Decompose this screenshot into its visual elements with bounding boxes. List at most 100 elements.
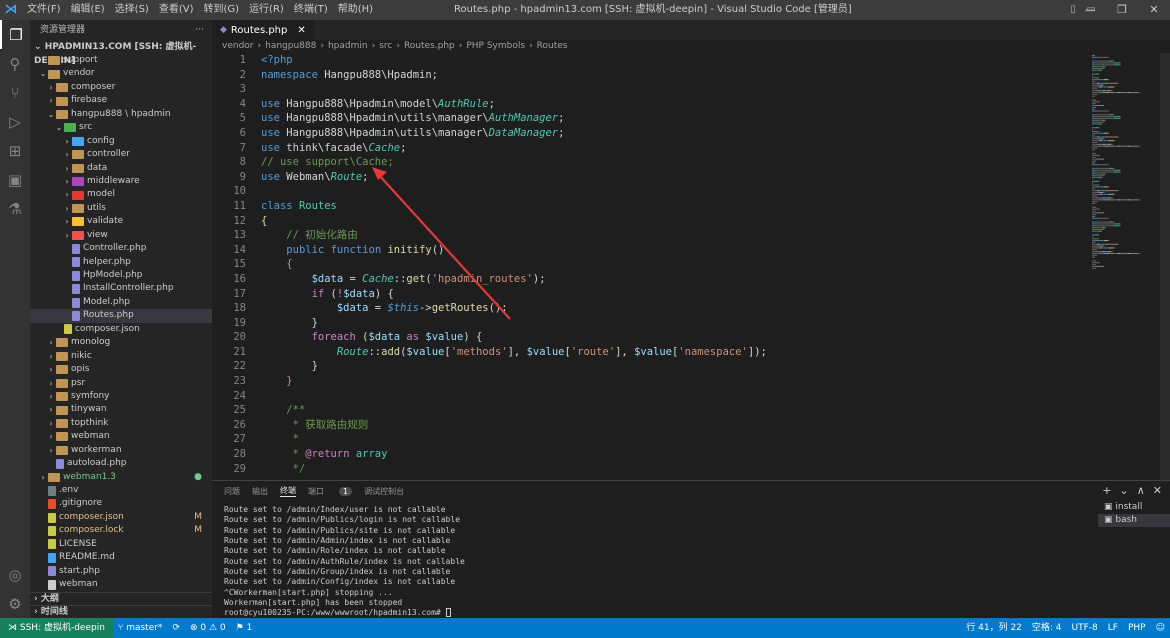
close-window-icon[interactable]: ✕: [1138, 0, 1170, 20]
code-line[interactable]: 7 use think\facade\Cache;: [212, 141, 1092, 156]
breadcrumb-item[interactable]: PHP Symbols: [466, 40, 525, 53]
code-line[interactable]: 15 {: [212, 257, 1092, 272]
sync-icon[interactable]: ⟳: [167, 618, 185, 638]
tree-folder[interactable]: › psr: [30, 377, 212, 390]
code-line[interactable]: 23 }: [212, 374, 1092, 389]
tree-folder[interactable]: › middleware: [30, 175, 212, 188]
code-line[interactable]: 25 /**: [212, 403, 1092, 418]
problems-indicator[interactable]: ⊗ 0 ⚠ 0: [185, 618, 231, 638]
ports-indicator[interactable]: ⚑ 1: [231, 618, 258, 638]
minimize-icon[interactable]: —: [1074, 0, 1106, 20]
testing-icon[interactable]: ⚗: [0, 194, 30, 223]
code-line[interactable]: 1 <?php: [212, 53, 1092, 68]
timeline-section[interactable]: › 时间线: [30, 605, 212, 618]
terminal-output[interactable]: Route set to /admin/Index/user is not ca…: [224, 505, 1094, 619]
menu-item[interactable]: 文件(F): [22, 0, 66, 20]
tree-file[interactable]: composer.lock M: [30, 524, 212, 537]
code-line[interactable]: 28 * @return array: [212, 447, 1092, 462]
code-line[interactable]: 10: [212, 184, 1092, 199]
tree-folder[interactable]: › webman: [30, 430, 212, 443]
tree-folder[interactable]: › utils: [30, 202, 212, 215]
tree-file[interactable]: LICENSE: [30, 538, 212, 551]
tree-folder[interactable]: › view: [30, 229, 212, 242]
remote-explorer-icon[interactable]: ▣: [0, 165, 30, 194]
code-line[interactable]: 5 use Hangpu888\Hpadmin\utils\manager\Aut…: [212, 111, 1092, 126]
tree-file[interactable]: autoload.php: [30, 457, 212, 470]
minimap[interactable]: [1090, 53, 1160, 273]
tree-folder[interactable]: › data: [30, 162, 212, 175]
tree-file[interactable]: InstallController.php: [30, 282, 212, 295]
tree-file[interactable]: HpModel.php: [30, 269, 212, 282]
code-line[interactable]: 12 {: [212, 214, 1092, 229]
code-line[interactable]: 24: [212, 389, 1092, 404]
close-panel-icon[interactable]: ✕: [1153, 484, 1162, 497]
panel-tab[interactable]: 端口: [308, 486, 324, 497]
code-line[interactable]: 26 * 获取路由规则: [212, 418, 1092, 433]
code-line[interactable]: 2 namespace Hangpu888\Hpadmin;: [212, 68, 1092, 83]
tree-file[interactable]: helper.php: [30, 256, 212, 269]
tree-folder[interactable]: › tinywan: [30, 403, 212, 416]
tree-folder[interactable]: › config: [30, 135, 212, 148]
explorer-icon[interactable]: ❐: [0, 20, 30, 49]
tree-folder[interactable]: ⌄ vendor: [30, 67, 212, 80]
tree-file[interactable]: composer.json M: [30, 511, 212, 524]
code-line[interactable]: 4 use Hangpu888\Hpadmin\model\AuthRule;: [212, 97, 1092, 112]
close-icon[interactable]: ✕: [297, 25, 305, 36]
remote-indicator[interactable]: ⋊ SSH: 虚拟机-deepin: [0, 618, 113, 638]
tree-file[interactable]: Controller.php: [30, 242, 212, 255]
tree-folder[interactable]: › firebase: [30, 94, 212, 107]
tree-folder[interactable]: › nikic: [30, 350, 212, 363]
tree-folder[interactable]: › workerman: [30, 444, 212, 457]
menu-item[interactable]: 查看(V): [154, 0, 199, 20]
code-line[interactable]: 8 // use support\Cache;: [212, 155, 1092, 170]
code-line[interactable]: 13 // 初始化路由: [212, 228, 1092, 243]
tree-file[interactable]: .env: [30, 484, 212, 497]
terminal-list-item[interactable]: ▣ bash: [1098, 514, 1170, 527]
editor-scrollbar[interactable]: [1160, 53, 1170, 480]
language-mode[interactable]: PHP: [1123, 618, 1151, 638]
tree-folder[interactable]: › topthink: [30, 417, 212, 430]
code-line[interactable]: 3: [212, 82, 1092, 97]
code-line[interactable]: 14 public function initify(): [212, 243, 1092, 258]
maximize-panel-icon[interactable]: ∧: [1137, 484, 1145, 497]
search-icon[interactable]: ⚲: [0, 49, 30, 78]
code-line[interactable]: 18 $data = $this->getRoutes();: [212, 301, 1092, 316]
indentation[interactable]: 空格: 4: [1027, 618, 1067, 638]
new-terminal-icon[interactable]: +: [1102, 484, 1111, 497]
code-line[interactable]: 19 }: [212, 316, 1092, 331]
panel-tab[interactable]: 输出: [252, 486, 268, 497]
tree-folder[interactable]: ⌄ hangpu888 \ hpadmin: [30, 108, 212, 121]
encoding[interactable]: UTF-8: [1067, 618, 1103, 638]
tree-folder[interactable]: › support: [30, 54, 212, 67]
extensions-icon[interactable]: ⊞: [0, 136, 30, 165]
breadcrumb-item[interactable]: src: [379, 40, 392, 53]
code-line[interactable]: 27 *: [212, 432, 1092, 447]
breadcrumb-item[interactable]: Routes: [537, 40, 568, 53]
tree-folder[interactable]: › opis: [30, 363, 212, 376]
tree-folder[interactable]: ⌄ src: [30, 121, 212, 134]
workspace-root[interactable]: ⌄ HPADMIN13.COM [SSH: 虚拟机-DEEPIN]: [30, 40, 212, 66]
git-branch[interactable]: ⑂ master*: [113, 618, 168, 638]
menu-item[interactable]: 转到(G): [199, 0, 245, 20]
tree-file[interactable]: .gitignore: [30, 497, 212, 510]
code-line[interactable]: 6 use Hangpu888\Hpadmin\utils\manager\Dat…: [212, 126, 1092, 141]
tab-routes-php[interactable]: ◆ Routes.php ✕: [212, 20, 314, 40]
panel-tab[interactable]: 问题: [224, 486, 240, 497]
run-debug-icon[interactable]: ▷: [0, 107, 30, 136]
code-line[interactable]: 17 if (!$data) {: [212, 287, 1092, 302]
tree-file[interactable]: README.md: [30, 551, 212, 564]
code-line[interactable]: 11 class Routes: [212, 199, 1092, 214]
terminal-list-item[interactable]: ▣ install: [1098, 501, 1170, 514]
menu-item[interactable]: 编辑(E): [66, 0, 110, 20]
account-icon[interactable]: ◎: [0, 560, 30, 589]
panel-tab[interactable]: 调试控制台: [364, 486, 404, 497]
tree-file[interactable]: Routes.php: [30, 309, 212, 323]
tree-file[interactable]: Model.php: [30, 296, 212, 309]
tree-folder[interactable]: › model: [30, 188, 212, 201]
tree-folder[interactable]: › controller: [30, 148, 212, 161]
terminal-dropdown-icon[interactable]: ⌄: [1120, 484, 1129, 497]
tree-file[interactable]: start.php: [30, 565, 212, 578]
feedback-icon[interactable]: ☺: [1151, 618, 1170, 638]
cursor-position[interactable]: 行 41，列 22: [961, 618, 1027, 638]
source-control-icon[interactable]: ⑂: [0, 78, 30, 107]
